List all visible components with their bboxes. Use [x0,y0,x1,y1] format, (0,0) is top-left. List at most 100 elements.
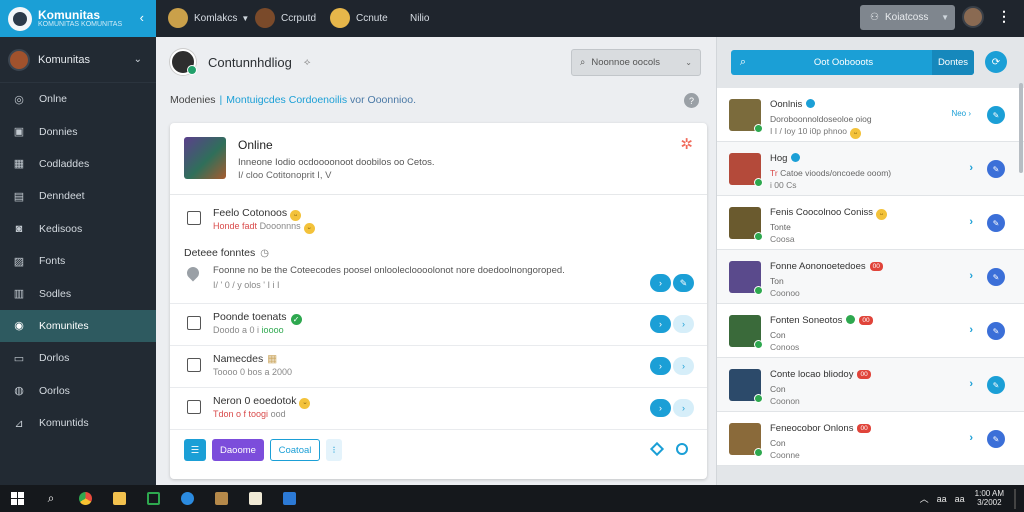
top-user-4[interactable]: Nilio [410,7,429,29]
pin-icon[interactable]: ⟡ [304,57,311,68]
action-icon[interactable]: ✎ [987,268,1005,286]
list-item[interactable]: Feelo Cotonoos ᵕ Honde fadt Dooonnns ᵕ [184,207,694,241]
action-icon[interactable]: ✎ [987,214,1005,232]
chevron-right-icon[interactable]: › [969,162,973,174]
search-icon[interactable]: ⌕ [34,485,68,512]
list-item[interactable]: Neron 0 eoedotok ᵕ Tdon o f toogi ood › › [184,395,694,429]
sidebar-item-label: Komuntids [39,417,89,430]
sidebar-item[interactable]: ◎ Onlne [0,83,156,115]
chevron-left-icon[interactable]: ‹ [140,10,144,25]
primary-button[interactable]: Daoome [212,439,264,461]
chrome-icon[interactable] [68,485,102,512]
section-text: Foonne no be the Coteecodes poosel onloo… [213,265,565,276]
list-item[interactable]: Poonde toenats ✓ Doodo a 0 i ioooo › › [184,311,694,345]
row-checkbox[interactable] [187,211,201,225]
scrollbar[interactable] [1019,83,1023,173]
row-checkbox[interactable] [187,316,201,330]
gear-icon[interactable]: ✲ [680,135,693,153]
edit-icon[interactable]: ✎ [673,274,694,292]
action-icon[interactable]: ✎ [987,106,1005,124]
breadcrumb-link[interactable]: Cordoenoilis [289,94,347,106]
notification-badge: 00 [857,370,871,379]
header-select[interactable]: ⌕ Noonnoe oocols ⌄ [571,49,701,76]
search-input[interactable]: Oot Oobooots [755,57,932,68]
sidebar-item[interactable]: ▥ Sodles [0,277,156,309]
row-checkbox[interactable] [187,358,201,372]
more-options-icon[interactable]: ⁝ [326,439,342,461]
chart-icon: ⊿ [14,417,24,430]
list-icon: ▤ [13,190,25,203]
chevron-up-icon[interactable]: ︿ [920,492,929,505]
tray-item[interactable]: aa [955,494,965,504]
sidebar-item[interactable]: ▭ Dorlos [0,342,156,374]
chevron-right-icon[interactable]: › [969,270,973,282]
sidebar-item[interactable]: ▤ Denndeet [0,180,156,212]
circle-icon[interactable] [676,443,688,455]
community-list-item[interactable]: Conte locao bliodoy 00 Con Coonon › ✎ [717,358,1024,412]
row-sub: ood [270,409,286,419]
help-icon[interactable]: ? [684,93,699,108]
store-icon[interactable] [272,485,306,512]
sidebar-item[interactable]: ◙ Kedisoos [0,213,156,245]
action-icon[interactable]: ✎ [987,160,1005,178]
search-button[interactable]: Dontes [932,50,974,75]
top-user-2[interactable]: Ccrputd [255,7,316,29]
app-icon[interactable] [204,485,238,512]
sidebar-item[interactable]: ◉ Komunites [0,309,156,343]
list-view-icon[interactable]: ☰ [184,439,206,461]
sidebar-item[interactable]: ▨ Fonts [0,245,156,277]
windows-start-icon[interactable] [0,485,34,512]
sidebar-item[interactable]: ▣ Donnies [0,115,156,147]
secondary-button[interactable]: Coatoal [270,439,320,461]
item-link[interactable]: Neo › [951,109,971,118]
notification-badge: 00 [859,316,873,325]
community-list-item[interactable]: Fonten Soneotos 00 Con Conoos › ✎ [717,304,1024,358]
folder-icon[interactable] [102,485,136,512]
top-search-button[interactable]: ⚇ Koiatcoss ▼ [860,5,955,30]
list-item[interactable]: Namecdes ▦ Toooo 0 bos a 2000 › › [184,353,694,387]
chevron-right-icon[interactable]: › [969,324,973,336]
community-list-item[interactable]: Hog Tr Catoe vioods/oncoede ooom) i 00 Cs ›… [717,142,1024,196]
chevron-right-icon[interactable]: › [650,315,671,333]
more-icon[interactable]: › [673,399,694,417]
chevron-right-icon[interactable]: › [969,432,973,444]
tray-item[interactable]: aa [937,494,947,504]
sidebar-item[interactable]: ▦ Codladdes [0,148,156,180]
row-checkbox[interactable] [187,400,201,414]
clock[interactable]: 1:00 AM 3/2002 [975,489,1004,507]
breadcrumb-link[interactable]: Montuigcdes [226,94,286,106]
show-desktop[interactable] [1014,488,1016,509]
top-user-3[interactable]: Ccnute [330,7,388,29]
sidebar-user[interactable]: Komunitas ⌄ [0,37,156,83]
chevron-right-icon[interactable]: › [969,378,973,390]
chevron-right-icon[interactable]: › [650,357,671,375]
chevron-right-icon[interactable]: › [650,399,671,417]
kebab-menu-icon[interactable]: ⋮ [997,8,1011,25]
top-user-1[interactable]: Komlakcs ▼ [168,7,249,29]
diamond-icon[interactable] [649,441,665,457]
filter-icon[interactable]: ⟳ [985,51,1007,73]
action-icon[interactable]: ✎ [987,430,1005,448]
community-list-item[interactable]: Feneocobor Onlons 00 Con Coonne › ✎ [717,412,1024,466]
more-icon[interactable]: › [673,357,694,375]
sidebar-item[interactable]: ⊿ Komuntids [0,407,156,439]
avatar [255,8,275,28]
more-icon[interactable]: › [673,315,694,333]
action-icon[interactable]: ✎ [987,322,1005,340]
community-list-item[interactable]: Fonne Aononoetedoes 00 Ton Coonoo › ✎ [717,250,1024,304]
check-icon: ✓ [290,314,302,325]
notes-icon[interactable] [238,485,272,512]
action-icon[interactable]: ✎ [987,376,1005,394]
community-list-item[interactable]: Fenis Coocolnoo Coniss ᵕ Tonte Coosa › ✎ [717,196,1024,250]
breadcrumb-root[interactable]: Modenies [170,94,216,106]
community-list-item[interactable]: Oonlnis Doroboonnoldoseoloe oiog I I / Ioy… [717,88,1024,142]
profile-avatar[interactable] [962,6,984,28]
spreadsheet-icon[interactable] [136,485,170,512]
chevron-right-icon[interactable]: › [650,274,671,292]
community-search[interactable]: ⌕ Oot Oobooots Dontes [731,50,974,75]
brand[interactable]: Komunitas KOMUNITAS KOMUNITAS ‹ [0,0,156,37]
section-item[interactable]: Foonne no be the Coteecodes poosel onloo… [184,265,694,299]
sidebar-item[interactable]: ◍ Oorlos [0,375,156,407]
edge-icon[interactable] [170,485,204,512]
chevron-right-icon[interactable]: › [969,216,973,228]
